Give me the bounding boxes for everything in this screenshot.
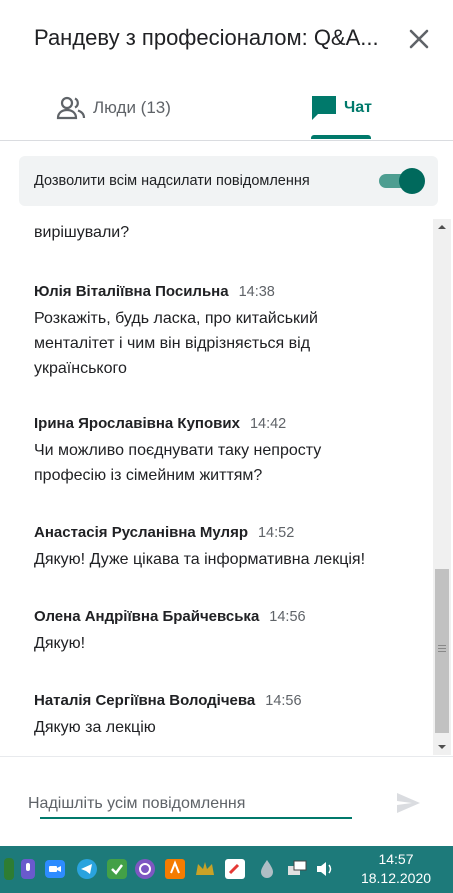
panel-tabs: Люди (13) Чат <box>0 78 453 141</box>
message-sender: Ірина Ярославівна Купових <box>34 415 240 432</box>
viber-icon[interactable] <box>134 858 156 880</box>
allow-messages-toggle[interactable] <box>379 168 425 194</box>
message-text-line: професію із сімейним життям? <box>34 467 263 484</box>
message-text-line: Дякую за лекцію <box>34 719 156 736</box>
message-time: 14:52 <box>257 525 295 541</box>
chat-scrollbar[interactable] <box>433 219 451 755</box>
message-text-line: менталітет і чим він відрізняється від <box>34 335 311 352</box>
tab-chat-label: Чат <box>344 99 372 116</box>
tab-chat[interactable]: Чат <box>310 78 380 140</box>
check-icon[interactable] <box>106 858 128 880</box>
message-continuation: вирішували? <box>34 224 130 241</box>
message-text-line: Дякую! Дуже цікава та інформативна лекці… <box>34 551 366 568</box>
panel-header: Рандеву з професіоналом: Q&A... <box>0 0 453 78</box>
windows-taskbar: 14:57 18.12.2020 <box>0 846 453 893</box>
taskbar-clock[interactable]: 14:57 18.12.2020 <box>356 850 436 888</box>
message-sender: Олена Андріївна Брайчевська <box>34 608 260 625</box>
chat-message: Ірина Ярославівна Купових 14:42 Чи можлив… <box>34 413 414 488</box>
mic-icon[interactable] <box>17 858 39 880</box>
allow-messages-setting: Дозволити всім надсилати повідомлення <box>19 156 438 206</box>
close-icon[interactable] <box>404 24 434 54</box>
edit-icon[interactable] <box>224 858 246 880</box>
input-underline <box>40 817 352 819</box>
message-text-line: Розкажіть, будь ласка, про китайський <box>34 310 318 327</box>
clock-time: 14:57 <box>378 851 414 867</box>
chat-icon <box>310 94 338 127</box>
volume-icon[interactable] <box>314 858 336 880</box>
chat-message-list[interactable]: вирішували? Юлія Віталіївна Посильна 14:3… <box>0 214 431 754</box>
taskbar-edge-icon[interactable] <box>4 858 14 880</box>
network-icon[interactable] <box>286 858 308 880</box>
video-icon[interactable] <box>44 858 66 880</box>
people-icon <box>56 94 86 127</box>
app-icon[interactable] <box>164 858 186 880</box>
message-time: 14:38 <box>238 284 275 300</box>
message-sender: Анастасія Русланівна Муляр <box>34 524 248 541</box>
send-icon[interactable] <box>394 789 422 817</box>
telegram-icon[interactable] <box>76 858 98 880</box>
message-text-line: Дякую! <box>34 635 86 652</box>
chat-message: Анастасія Русланівна Муляр 14:52 Дякую! Д… <box>34 522 414 572</box>
message-time: 14:56 <box>265 693 302 709</box>
scroll-down-arrow-icon[interactable] <box>433 739 451 755</box>
chat-message: Юлія Віталіївна Посильна 14:38 Розкажіть,… <box>34 281 414 381</box>
tab-people-label: Люди (13) <box>93 98 171 117</box>
message-sender: Наталія Сергіївна Володічева <box>34 692 256 709</box>
chat-message: Наталія Сергіївна Володічева 14:56 Дякую … <box>34 690 414 740</box>
allow-messages-label: Дозволити всім надсилати повідомлення <box>34 173 310 189</box>
droplet-icon[interactable] <box>256 858 278 880</box>
message-text-line: українського <box>34 360 127 377</box>
grip-icon <box>438 645 446 646</box>
panel-title: Рандеву з професіоналом: Q&A... <box>34 25 379 50</box>
message-text-line: Чи можливо поєднувати таку непросту <box>34 442 322 459</box>
scrollbar-thumb[interactable] <box>435 569 449 733</box>
active-tab-indicator <box>311 135 371 139</box>
message-time: 14:42 <box>249 416 287 432</box>
message-composer <box>0 756 453 837</box>
clock-date: 18.12.2020 <box>360 870 432 886</box>
message-input[interactable] <box>28 793 348 815</box>
message-sender: Юлія Віталіївна Посильна <box>34 283 229 300</box>
message-time: 14:56 <box>269 609 306 625</box>
chat-message: Олена Андріївна Брайчевська 14:56 Дякую! <box>34 606 414 656</box>
tab-people[interactable]: Люди (13) <box>56 78 206 140</box>
toggle-thumb <box>399 168 425 194</box>
crown-icon[interactable] <box>194 858 216 880</box>
scroll-up-arrow-icon[interactable] <box>433 219 451 235</box>
